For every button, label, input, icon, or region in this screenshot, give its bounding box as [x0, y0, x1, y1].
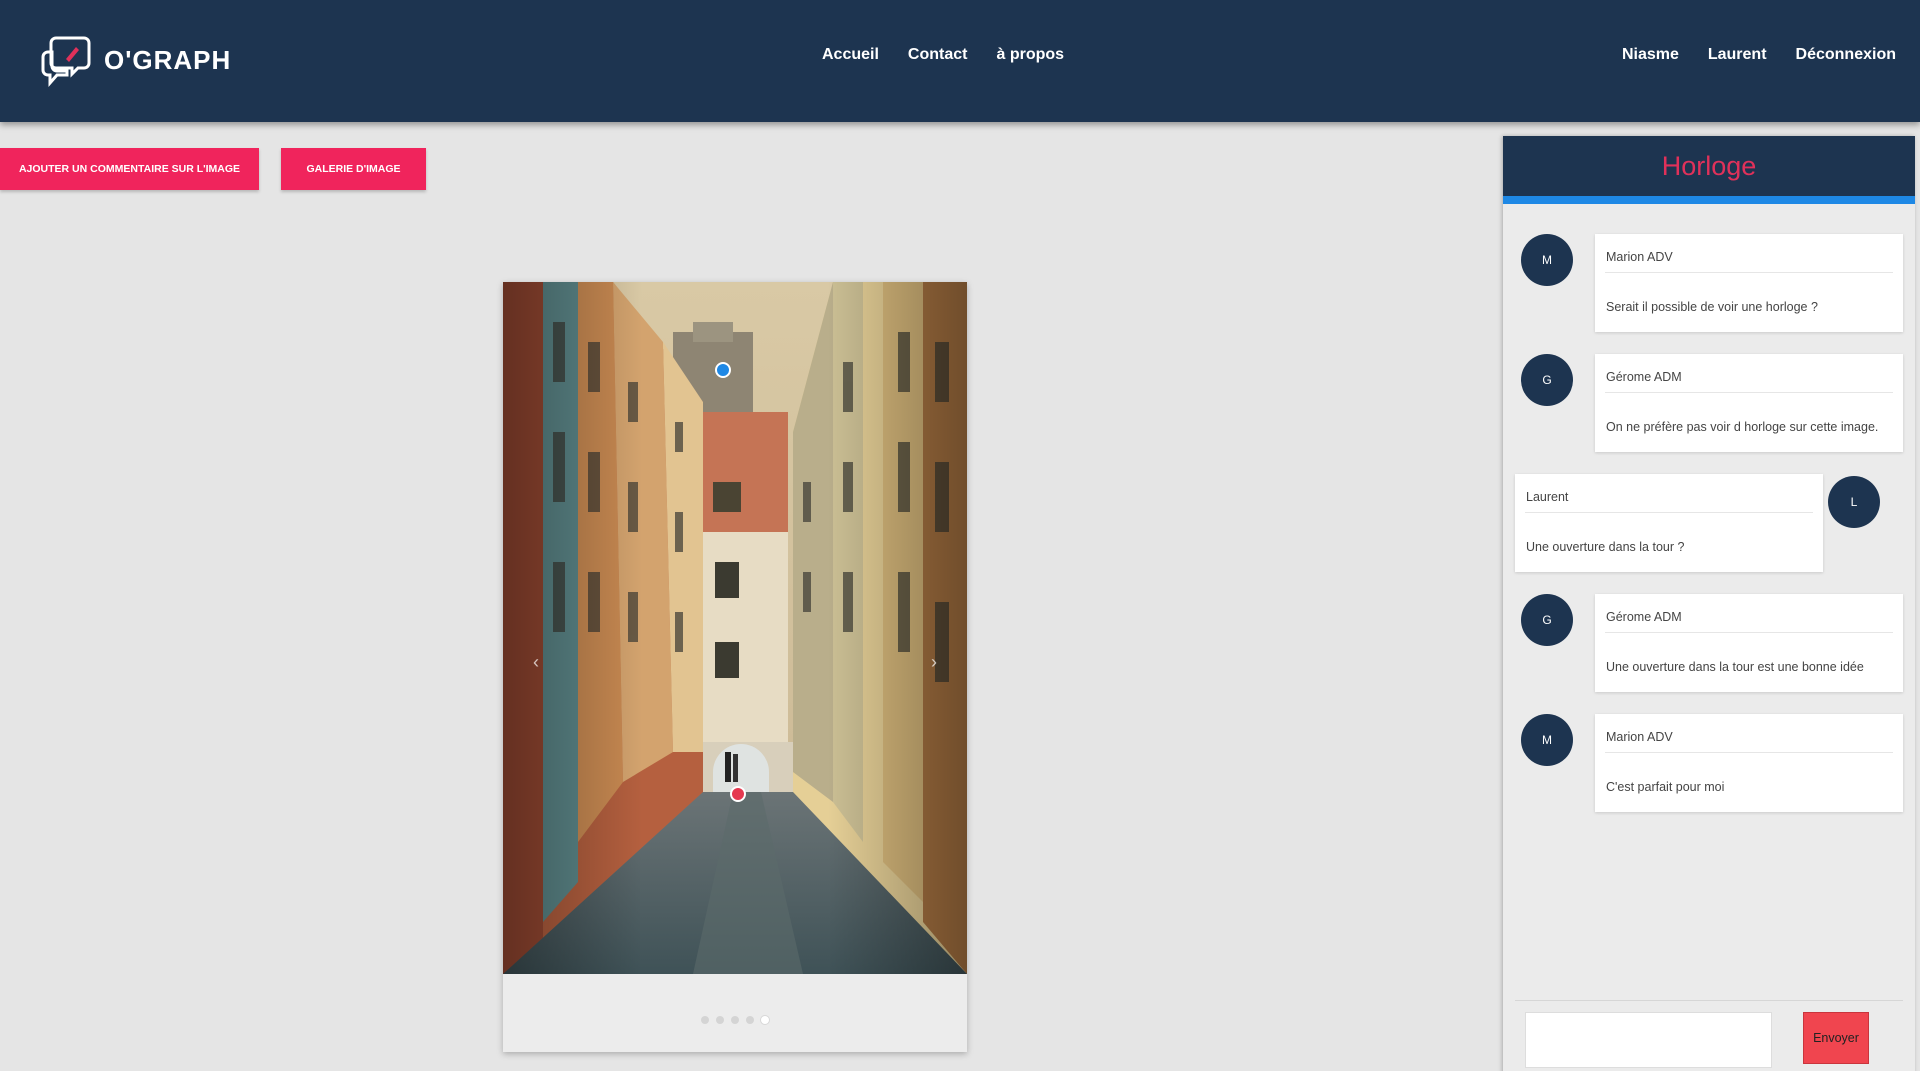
message-text: Une ouverture dans la tour ? — [1526, 540, 1685, 554]
brand-name: O'GRAPH — [104, 44, 232, 75]
avatar: L — [1828, 476, 1880, 528]
message-bubble: Marion ADV Serait il possible de voir un… — [1595, 234, 1903, 332]
comment-pin-red[interactable] — [730, 786, 746, 802]
message-author: Laurent — [1526, 490, 1569, 504]
user-nav: Niasme Laurent Déconnexion — [1622, 46, 1896, 64]
message-text: C'est parfait pour moi — [1606, 780, 1725, 794]
avatar: M — [1521, 234, 1573, 286]
nav-deconnexion[interactable]: Déconnexion — [1796, 46, 1896, 64]
carousel-dot[interactable] — [746, 1016, 754, 1024]
comment-pin-blue[interactable] — [715, 362, 731, 378]
chat-panel: Horloge M Marion ADV Serait il possible … — [1503, 136, 1915, 1071]
carousel-next-icon[interactable]: › — [931, 652, 937, 673]
nav-accueil[interactable]: Accueil — [822, 46, 879, 64]
message-bubble: Laurent Une ouverture dans la tour ? — [1515, 474, 1823, 572]
chat-title: Horloge — [1661, 150, 1757, 181]
chat-message-own: Laurent Une ouverture dans la tour ? L — [1503, 474, 1915, 574]
message-text: On ne préfère pas voir d horloge sur cet… — [1606, 420, 1879, 434]
chat-message: G Gérome ADM On ne préfère pas voir d ho… — [1503, 354, 1915, 454]
message-divider — [1605, 272, 1893, 273]
send-button[interactable]: Envoyer — [1803, 1012, 1869, 1064]
message-author: Gérome ADM — [1606, 610, 1682, 624]
add-comment-button[interactable]: AJOUTER UN COMMENTAIRE SUR L'IMAGE — [0, 148, 259, 190]
chat-message: G Gérome ADM Une ouverture dans la tour … — [1503, 594, 1915, 694]
message-author: Marion ADV — [1606, 250, 1673, 264]
carousel-dot[interactable] — [731, 1016, 739, 1024]
logo[interactable]: O'GRAPH — [38, 32, 231, 88]
message-text: Une ouverture dans la tour est une bonne… — [1606, 660, 1864, 674]
speech-bubbles-logo-icon — [41, 36, 91, 87]
message-bubble: Gérome ADM On ne préfère pas voir d horl… — [1595, 354, 1903, 452]
message-bubble: Marion ADV C'est parfait pour moi — [1595, 714, 1903, 812]
nav-niasme[interactable]: Niasme — [1622, 46, 1679, 64]
avatar: G — [1521, 594, 1573, 646]
nav-user-laurent[interactable]: Laurent — [1708, 46, 1767, 64]
carousel-dot[interactable] — [716, 1016, 724, 1024]
chat-input-divider — [1515, 1000, 1903, 1001]
avatar: G — [1521, 354, 1573, 406]
image-card: ‹ › — [503, 282, 967, 1052]
gallery-button[interactable]: GALERIE D'IMAGE — [281, 148, 426, 190]
carousel-dot[interactable] — [701, 1016, 709, 1024]
avatar: M — [1521, 714, 1573, 766]
message-divider — [1605, 392, 1893, 393]
carousel-dot-active[interactable] — [761, 1016, 769, 1024]
nav-a-propos[interactable]: à propos — [996, 46, 1064, 64]
message-bubble: Gérome ADM Une ouverture dans la tour es… — [1595, 594, 1903, 692]
carousel-prev-icon[interactable]: ‹ — [533, 652, 539, 673]
message-divider — [1525, 512, 1813, 513]
message-divider — [1605, 752, 1893, 753]
chat-message: M Marion ADV Serait il possible de voir … — [1503, 234, 1915, 334]
street-photo[interactable]: ‹ › — [503, 282, 967, 974]
message-author: Marion ADV — [1606, 730, 1673, 744]
chat-header: Horloge — [1503, 136, 1915, 204]
carousel-indicators — [503, 1016, 967, 1024]
main-nav: Accueil Contact à propos — [822, 46, 1064, 64]
street-photo-image — [503, 282, 967, 974]
navbar: O'GRAPH Accueil Contact à propos Niasme … — [0, 0, 1920, 122]
message-text: Serait il possible de voir une horloge ? — [1606, 300, 1818, 314]
nav-contact[interactable]: Contact — [908, 46, 968, 64]
message-author: Gérome ADM — [1606, 370, 1682, 384]
chat-message: M Marion ADV C'est parfait pour moi — [1503, 714, 1915, 814]
message-input[interactable] — [1525, 1012, 1772, 1068]
message-divider — [1605, 632, 1893, 633]
